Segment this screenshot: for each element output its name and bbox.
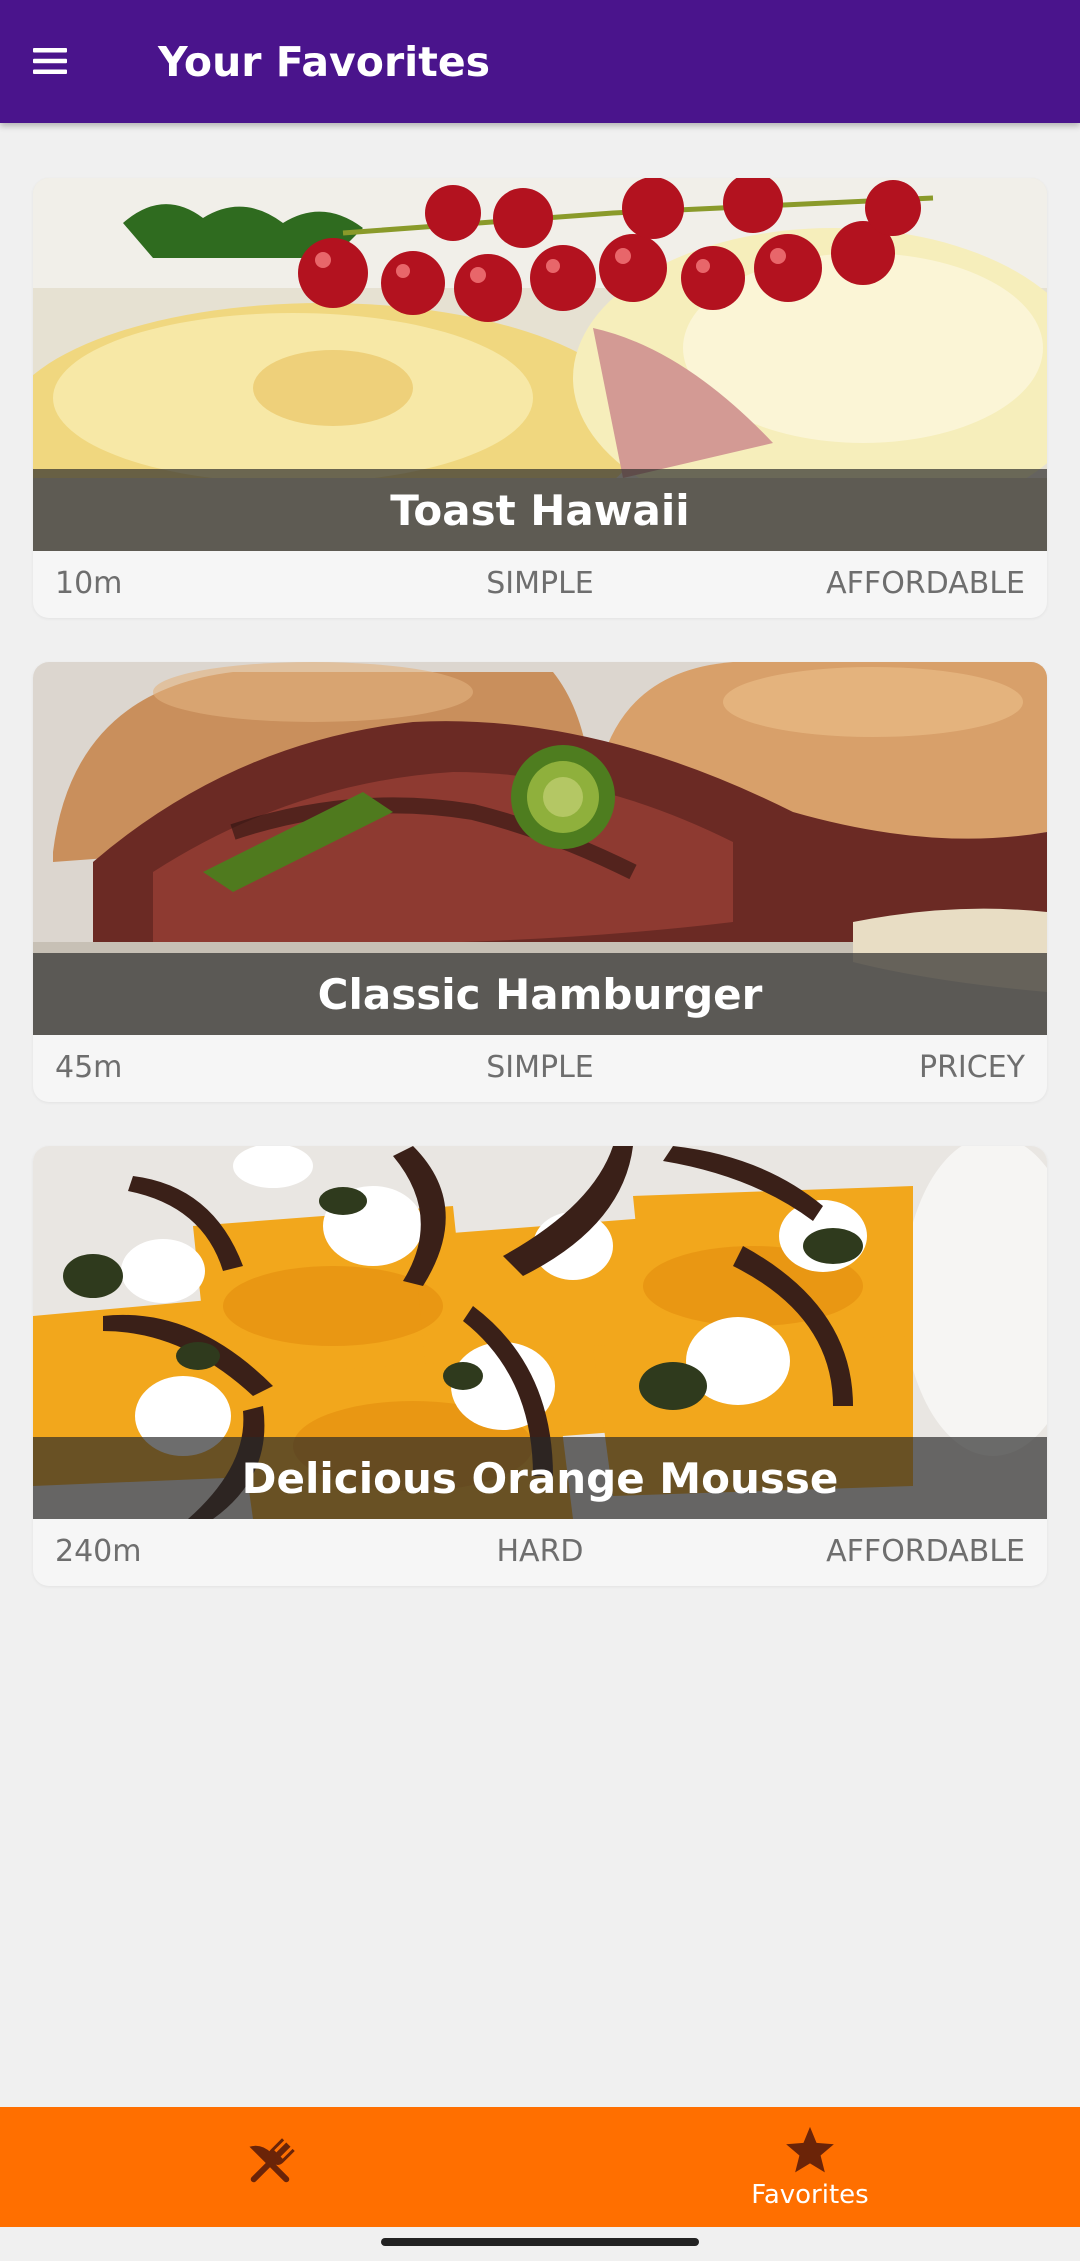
tab-favorites[interactable]: Favorites (540, 2107, 1080, 2227)
hamburger-menu-icon (33, 48, 67, 74)
meal-details: 45m SIMPLE PRICEY (33, 1035, 1047, 1102)
meal-title: Toast Hawaii (390, 485, 690, 535)
meal-title-bar: Delicious Orange Mousse (33, 1437, 1047, 1519)
meal-affordability: PRICEY (918, 1050, 1025, 1085)
meal-card-classic-hamburger[interactable]: Classic Hamburger 45m SIMPLE PRICEY (33, 662, 1047, 1102)
menu-button[interactable] (22, 33, 78, 89)
meal-title-bar: Classic Hamburger (33, 953, 1047, 1035)
star-icon (786, 2126, 834, 2173)
meal-affordability: AFFORDABLE (826, 1534, 1025, 1569)
meal-image: Delicious Orange Mousse (33, 1146, 1047, 1519)
bottom-navigation: Favorites (0, 2107, 1080, 2227)
meal-title-bar: Toast Hawaii (33, 469, 1047, 551)
app-bar: Your Favorites (0, 0, 1080, 123)
meal-title: Delicious Orange Mousse (241, 1453, 839, 1503)
meal-details: 10m SIMPLE AFFORDABLE (33, 551, 1047, 618)
meal-affordability: AFFORDABLE (826, 566, 1025, 601)
meal-card-toast-hawaii[interactable]: Toast Hawaii 10m SIMPLE AFFORDABLE (33, 178, 1047, 618)
meal-details: 240m HARD AFFORDABLE (33, 1519, 1047, 1586)
meal-image: Classic Hamburger (33, 662, 1047, 1035)
fork-knife-icon (249, 2138, 295, 2183)
home-indicator[interactable] (381, 2238, 699, 2246)
favorites-list: Toast Hawaii 10m SIMPLE AFFORDABLE Class… (33, 178, 1047, 1630)
meal-complexity: SIMPLE (486, 1050, 594, 1085)
tab-meals[interactable] (0, 2107, 540, 2227)
meal-card-delicious-orange-mousse[interactable]: Delicious Orange Mousse 240m HARD AFFORD… (33, 1146, 1047, 1586)
tab-favorites-label: Favorites (751, 2180, 869, 2210)
meal-image: Toast Hawaii (33, 178, 1047, 551)
page-title: Your Favorites (158, 38, 491, 86)
meal-title: Classic Hamburger (317, 969, 763, 1019)
